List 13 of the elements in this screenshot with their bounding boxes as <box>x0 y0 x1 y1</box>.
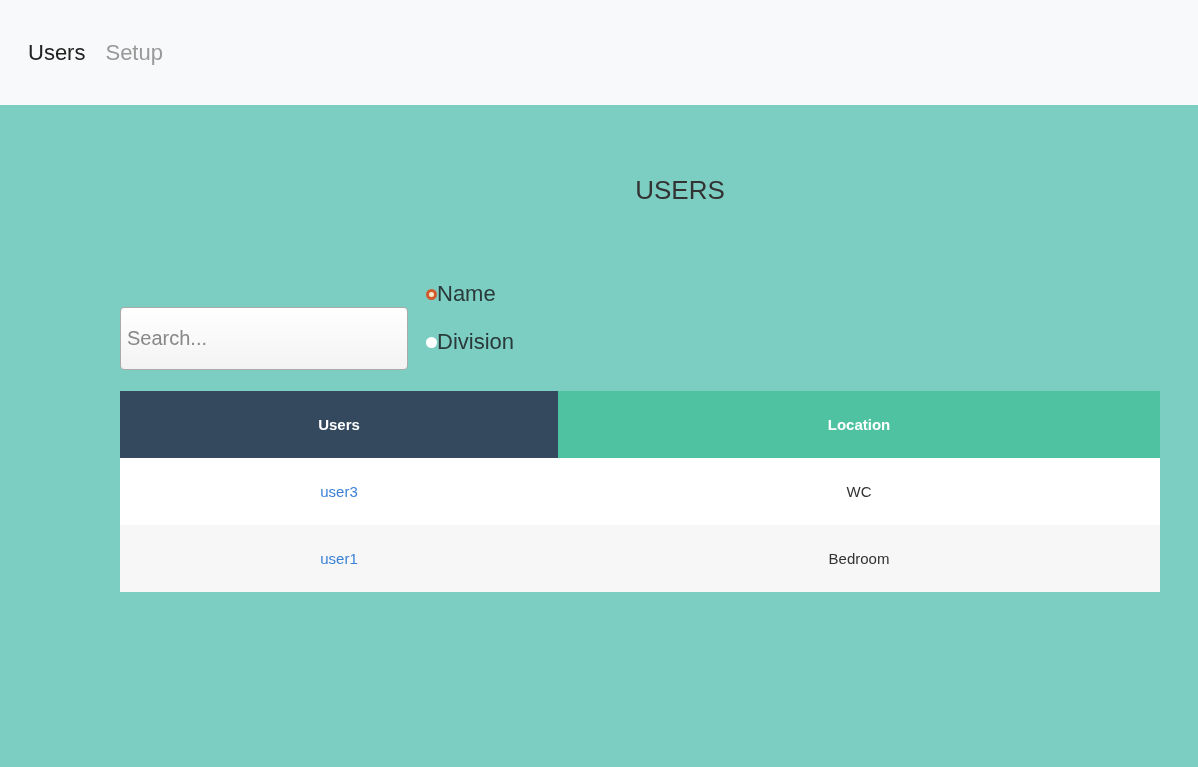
radio-label: Name <box>437 281 496 307</box>
radio-icon[interactable] <box>426 288 437 300</box>
radio-icon[interactable] <box>426 336 437 348</box>
column-header: Location <box>558 391 1160 458</box>
search-field[interactable]: Search... <box>120 307 408 370</box>
column-header: Users <box>120 391 558 458</box>
user-link[interactable]: user1 <box>320 550 358 567</box>
page-title: USERS <box>634 174 726 207</box>
table-cell: Bedroom <box>558 525 1160 592</box>
table-cell: WC <box>558 458 1160 525</box>
user-link[interactable]: user3 <box>320 483 358 500</box>
nav-link[interactable]: Users <box>28 39 86 66</box>
radio-option[interactable]: Name <box>426 281 515 307</box>
